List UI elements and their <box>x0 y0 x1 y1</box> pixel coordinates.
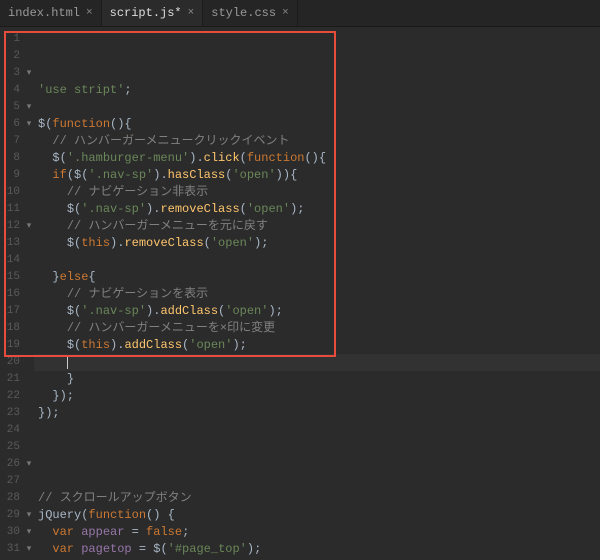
code-line[interactable] <box>34 422 600 439</box>
fold-marker <box>24 439 34 456</box>
fold-marker <box>24 286 34 303</box>
code-line[interactable]: var appear = false; <box>34 524 600 541</box>
code-line[interactable]: $('.nav-sp').removeClass('open'); <box>34 201 600 218</box>
tab-label: script.js* <box>110 6 182 20</box>
code-line[interactable]: $('.hamburger-menu').click(function(){ <box>34 150 600 167</box>
fold-marker[interactable]: ▾ <box>24 116 34 133</box>
code-line[interactable]: $('.nav-sp').addClass('open'); <box>34 303 600 320</box>
code-line[interactable]: // スクロールアップボタン <box>34 490 600 507</box>
fold-marker[interactable]: ▾ <box>24 218 34 235</box>
fold-marker[interactable]: ▾ <box>24 507 34 524</box>
code-area[interactable]: 'use stript'; $(function(){ // ハンバーガーメニュー… <box>34 27 600 560</box>
fold-marker <box>24 337 34 354</box>
code-line[interactable] <box>34 439 600 456</box>
code-line[interactable]: // ハンバーガーメニューを元に戻す <box>34 218 600 235</box>
tab-label: index.html <box>8 6 80 20</box>
fold-marker <box>24 82 34 99</box>
code-line[interactable] <box>34 354 600 371</box>
fold-marker <box>24 201 34 218</box>
code-line[interactable]: }else{ <box>34 269 600 286</box>
tab-label: style.css <box>211 6 276 20</box>
fold-marker <box>24 184 34 201</box>
close-icon[interactable]: × <box>86 7 93 19</box>
code-line[interactable]: if($('.nav-sp').hasClass('open')){ <box>34 167 600 184</box>
fold-marker <box>24 31 34 48</box>
code-line[interactable] <box>34 456 600 473</box>
fold-marker <box>24 371 34 388</box>
tab-bar: index.html × script.js* × style.css × <box>0 0 600 27</box>
fold-marker[interactable]: ▾ <box>24 456 34 473</box>
code-line[interactable]: // ハンバーガーメニューを×印に変更 <box>34 320 600 337</box>
fold-marker <box>24 405 34 422</box>
text-cursor <box>67 355 68 369</box>
code-line[interactable]: // ナビゲーション非表示 <box>34 184 600 201</box>
code-line[interactable]: }); <box>34 405 600 422</box>
fold-gutter[interactable]: ▾▾▾▾▾▾▾▾▾▾▾ <box>24 27 34 560</box>
code-line[interactable]: $(function(){ <box>34 116 600 133</box>
fold-marker <box>24 473 34 490</box>
code-line[interactable] <box>34 252 600 269</box>
fold-marker <box>24 490 34 507</box>
close-icon[interactable]: × <box>188 7 195 19</box>
tab-style-css[interactable]: style.css × <box>203 0 297 26</box>
fold-marker <box>24 422 34 439</box>
fold-marker <box>24 150 34 167</box>
line-number-gutter: 1234567891011121314151617181920212223242… <box>0 27 24 560</box>
code-line[interactable]: var pagetop = $('#page_top'); <box>34 541 600 558</box>
fold-marker <box>24 48 34 65</box>
fold-marker <box>24 167 34 184</box>
code-line[interactable]: $(this).removeClass('open'); <box>34 235 600 252</box>
code-line[interactable]: }); <box>34 388 600 405</box>
fold-marker <box>24 235 34 252</box>
code-line[interactable]: } <box>34 371 600 388</box>
code-line[interactable]: jQuery(function() { <box>34 507 600 524</box>
code-editor[interactable]: 1234567891011121314151617181920212223242… <box>0 27 600 560</box>
fold-marker[interactable]: ▾ <box>24 524 34 541</box>
code-line[interactable]: 'use stript'; <box>34 82 600 99</box>
fold-marker <box>24 388 34 405</box>
code-line[interactable]: $(this).addClass('open'); <box>34 337 600 354</box>
fold-marker <box>24 354 34 371</box>
tab-script-js[interactable]: script.js* × <box>102 0 204 26</box>
fold-marker <box>24 133 34 150</box>
code-line[interactable]: // ハンバーガーメニュークリックイベント <box>34 133 600 150</box>
fold-marker <box>24 252 34 269</box>
code-line[interactable] <box>34 473 600 490</box>
fold-marker[interactable]: ▾ <box>24 541 34 558</box>
fold-marker <box>24 320 34 337</box>
fold-marker[interactable]: ▾ <box>24 65 34 82</box>
fold-marker <box>24 269 34 286</box>
code-line[interactable] <box>34 99 600 116</box>
fold-marker[interactable]: ▾ <box>24 99 34 116</box>
fold-marker <box>24 303 34 320</box>
tab-index-html[interactable]: index.html × <box>0 0 102 26</box>
close-icon[interactable]: × <box>282 7 289 19</box>
code-line[interactable]: // ナビゲーションを表示 <box>34 286 600 303</box>
